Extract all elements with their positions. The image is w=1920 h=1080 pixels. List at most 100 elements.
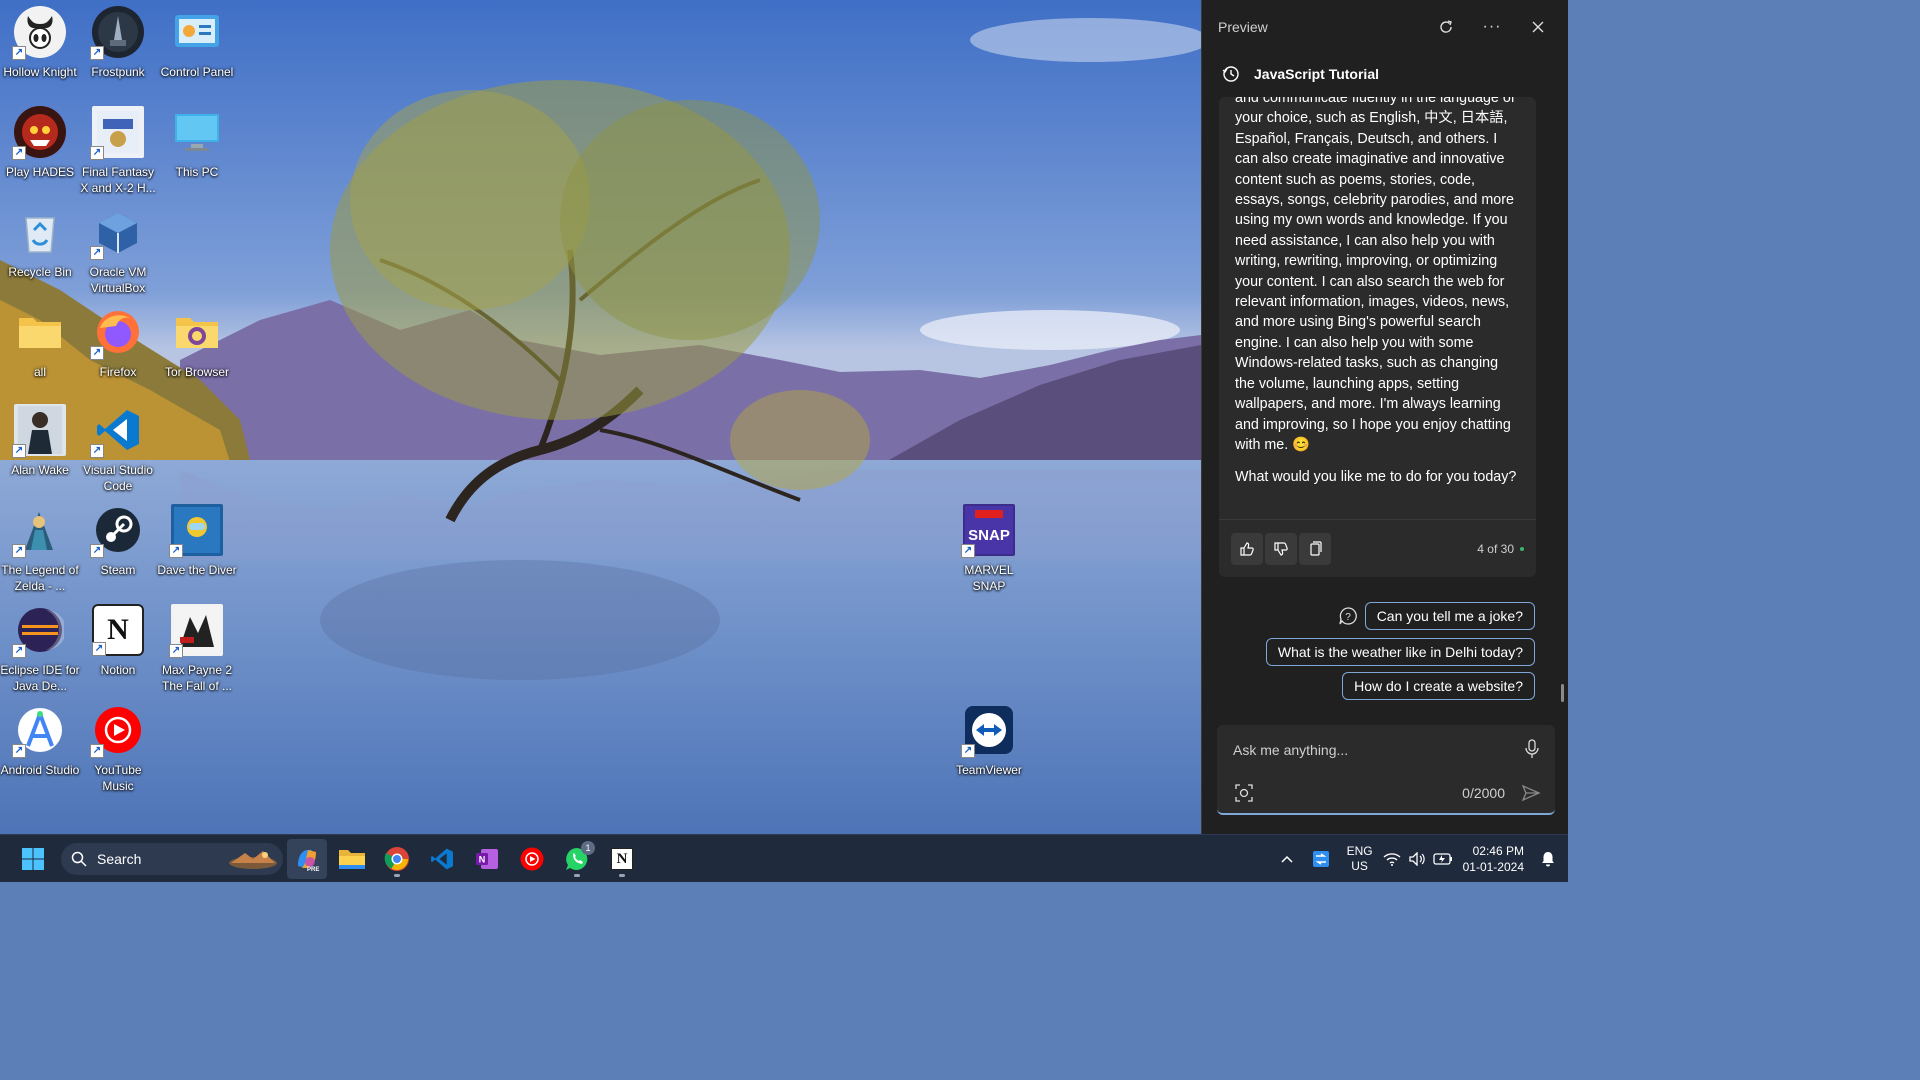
- close-button[interactable]: [1524, 13, 1552, 41]
- desktop: ↗ Hollow Knight ↗ Play HADES Recycle Bin…: [0, 0, 1201, 834]
- desktop-icon-dave-the-diver[interactable]: ↗ Dave the Diver: [157, 500, 237, 596]
- bell-icon: [1542, 852, 1554, 867]
- notion-icon: N: [611, 848, 633, 870]
- thumbs-down-button[interactable]: [1265, 532, 1297, 565]
- youtube-music-icon: [520, 847, 544, 871]
- running-indicator: [394, 874, 400, 877]
- desktop-icon-this-pc[interactable]: This PC: [157, 102, 237, 198]
- chat-input-box: 0/2000: [1217, 725, 1555, 815]
- chat-input[interactable]: [1233, 739, 1503, 761]
- desktop-icon-youtube-music[interactable]: ↗ YouTube Music: [78, 700, 158, 796]
- vscode-icon: ↗: [90, 404, 144, 458]
- desktop-icon-label: Frostpunk: [91, 65, 145, 79]
- desktop-icon-marvel-snap[interactable]: SNAP ↗ MARVEL SNAP: [949, 500, 1029, 596]
- start-button[interactable]: [13, 839, 53, 879]
- status-dot: [1520, 546, 1524, 551]
- taskbar-app-file-explorer[interactable]: [332, 839, 372, 879]
- tray-app-icon: [1312, 851, 1329, 867]
- region-code: US: [1351, 859, 1368, 873]
- svg-text:N: N: [479, 855, 486, 865]
- desktop-icon-final-fantasy[interactable]: ↗ Final Fantasy X and X-2 H...: [78, 102, 158, 198]
- assistant-message-card: and communicate fluently in the language…: [1219, 97, 1536, 577]
- desktop-icon-virtualbox[interactable]: ↗ Oracle VM VirtualBox: [78, 202, 158, 298]
- desktop-icon-label: Notion: [100, 663, 136, 677]
- desktop-icon-notion[interactable]: N ↗ Notion: [78, 600, 158, 696]
- chrome-icon: [384, 847, 409, 871]
- desktop-icon-hollow-knight[interactable]: ↗ Hollow Knight: [0, 2, 80, 98]
- taskbar-app-onenote[interactable]: N: [467, 839, 507, 879]
- search-label: Search: [97, 851, 142, 867]
- question-help-icon[interactable]: ?: [1338, 606, 1358, 626]
- desktop-icon-teamviewer[interactable]: ↗ TeamViewer: [949, 700, 1029, 796]
- taskbar-app-youtube-music[interactable]: [512, 839, 552, 879]
- taskbar-app-copilot[interactable]: PRE: [287, 839, 327, 879]
- eclipse-icon: ↗: [12, 604, 66, 658]
- desktop-icon-label: Final Fantasy X and X-2 H...: [80, 165, 156, 195]
- suggestion-chip[interactable]: Can you tell me a joke?: [1364, 602, 1535, 630]
- file-explorer-icon: [339, 850, 365, 869]
- desktop-icon-alan-wake[interactable]: ↗ Alan Wake: [0, 400, 80, 496]
- desktop-icon-label: YouTube Music: [94, 763, 142, 793]
- refresh-icon: [1440, 20, 1452, 33]
- desktop-icon-max-payne[interactable]: ↗ Max Payne 2 The Fall of ...: [157, 600, 237, 696]
- close-icon: [1532, 21, 1544, 33]
- input-language-indicator[interactable]: ENG US: [1347, 844, 1373, 874]
- show-hidden-icons-button[interactable]: [1273, 854, 1301, 864]
- desktop-icon-label: Eclipse IDE for Java De...: [0, 663, 80, 693]
- desktop-icon-vscode[interactable]: ↗ Visual Studio Code: [78, 400, 158, 496]
- suggestion-chip[interactable]: How do I create a website?: [1342, 672, 1535, 700]
- scrollbar-thumb[interactable]: [1561, 684, 1564, 702]
- taskbar-app-chrome[interactable]: [377, 839, 417, 879]
- microphone-icon[interactable]: [1523, 739, 1541, 759]
- steam-icon: ↗: [90, 504, 144, 558]
- tray-app-button[interactable]: [1305, 850, 1337, 868]
- desktop-icon-label: Recycle Bin: [8, 265, 72, 279]
- frostpunk-icon: ↗: [90, 6, 144, 60]
- desktop-icon-recycle-bin[interactable]: Recycle Bin: [0, 202, 80, 298]
- youtube-music-icon: ↗: [90, 704, 144, 758]
- alan-wake-icon: ↗: [12, 404, 66, 458]
- desktop-icon-firefox[interactable]: ↗ Firefox: [78, 302, 158, 398]
- taskbar-app-whatsapp[interactable]: 1: [557, 839, 597, 879]
- desktop-icon-control-panel[interactable]: Control Panel: [157, 2, 237, 98]
- conversation-title-bar[interactable]: JavaScript Tutorial: [1202, 54, 1568, 94]
- desktop-icon-label: Hollow Knight: [3, 65, 77, 79]
- desktop-icon-label: The Legend of Zelda - ...: [1, 563, 79, 593]
- desktop-icon-android-studio[interactable]: ↗ Android Studio: [0, 700, 80, 796]
- send-icon[interactable]: [1521, 783, 1541, 803]
- history-icon: [1222, 66, 1239, 82]
- desktop-icon-eclipse[interactable]: ↗ Eclipse IDE for Java De...: [0, 600, 80, 696]
- copy-button[interactable]: [1299, 532, 1331, 565]
- desktop-icon-folder-all[interactable]: all: [0, 302, 80, 398]
- chevron-up-icon: [1281, 855, 1293, 863]
- control-panel-icon: [171, 6, 223, 58]
- refresh-button[interactable]: [1432, 13, 1460, 41]
- thumbs-up-button[interactable]: [1231, 532, 1263, 565]
- windows-logo-icon: [22, 848, 44, 870]
- desktop-icon-hades[interactable]: ↗ Play HADES: [0, 102, 80, 198]
- quick-settings-button[interactable]: [1383, 852, 1453, 866]
- more-options-button[interactable]: ···: [1478, 13, 1506, 41]
- final-fantasy-icon: ↗: [90, 106, 144, 160]
- search-icon: [71, 851, 87, 867]
- desktop-icon-frostpunk[interactable]: ↗ Frostpunk: [78, 2, 158, 98]
- running-indicator: [619, 874, 625, 877]
- copilot-icon: PRE: [298, 850, 319, 872]
- desktop-icon-label: Dave the Diver: [157, 563, 237, 577]
- desktop-icon-label: Control Panel: [160, 65, 234, 79]
- notifications-button[interactable]: [1534, 851, 1562, 867]
- clock[interactable]: 02:46 PM 01-01-2024: [1463, 843, 1524, 875]
- taskbar-search[interactable]: Search: [61, 843, 283, 875]
- svg-text:?: ?: [1345, 612, 1351, 623]
- taskbar-app-vscode[interactable]: [422, 839, 462, 879]
- desktop-icon-label: MARVEL SNAP: [964, 563, 1014, 593]
- search-highlight-icon: [229, 851, 277, 869]
- max-payne-icon: ↗: [169, 604, 223, 658]
- taskbar-app-notion[interactable]: N: [602, 839, 642, 879]
- desktop-icon-zelda[interactable]: ↗ The Legend of Zelda - ...: [0, 500, 80, 596]
- suggestion-chip[interactable]: What is the weather like in Delhi today?: [1265, 638, 1535, 666]
- desktop-icon-steam[interactable]: ↗ Steam: [78, 500, 158, 596]
- desktop-icon-tor-browser[interactable]: Tor Browser: [157, 302, 237, 398]
- svg-text:PRE: PRE: [307, 867, 319, 872]
- screenshot-icon[interactable]: [1234, 783, 1254, 803]
